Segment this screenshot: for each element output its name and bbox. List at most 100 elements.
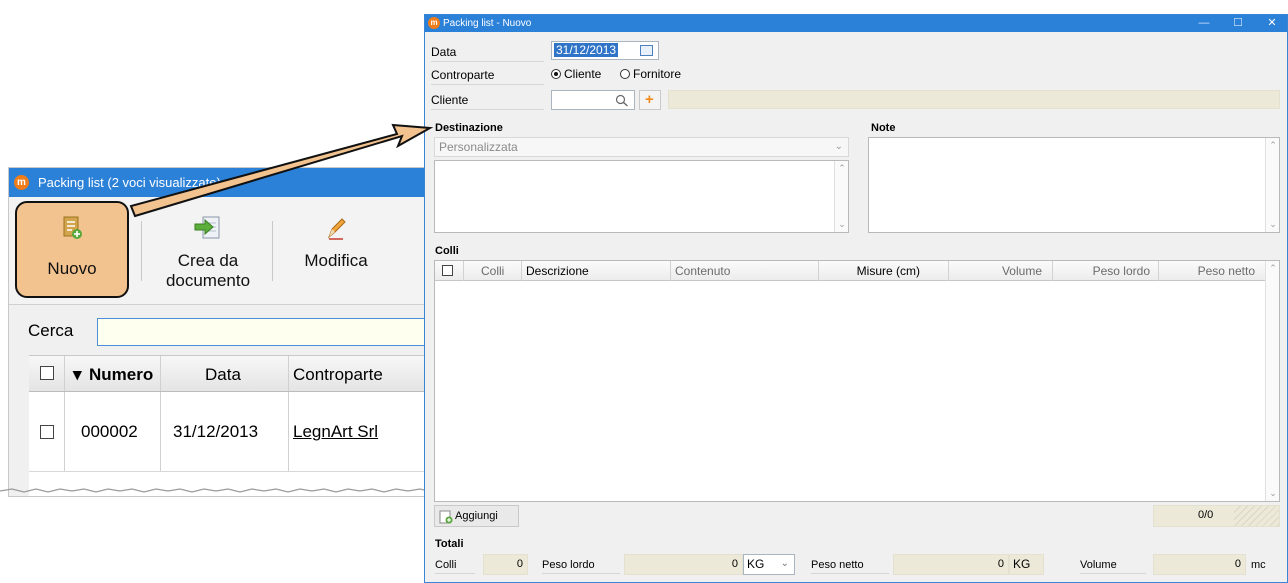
row-numero: 000002 [81,422,138,441]
note-scrollbar[interactable]: ⌃ ⌄ [1265,138,1279,232]
peso-lordo-unit: KG [747,557,765,571]
minimize-button[interactable]: — [1187,15,1221,32]
add-cliente-button[interactable]: + [639,90,661,110]
create-from-document-label-line2: documento [165,271,251,290]
totali-title: Totali [435,538,464,550]
scroll-up-icon: ⌃ [838,163,846,173]
app-logo-icon: m [428,17,440,29]
destinazione-textarea[interactable]: ⌃ ⌄ [434,160,849,233]
cliente-label: Cliente [431,93,544,110]
chevron-down-icon: ⌄ [834,141,843,152]
destinazione-select[interactable]: Personalizzata ⌄ [434,137,849,157]
colli-column-descrizione[interactable]: Descrizione [522,261,671,281]
cell-numero: 000002 [65,392,161,471]
data-label: Data [431,45,544,62]
destinazione-scrollbar[interactable]: ⌃ ⌄ [834,161,848,232]
column-header-controparte[interactable]: Controparte [289,356,425,391]
date-value: 31/12/2013 [554,43,619,57]
totali-volume-unit: mc [1251,559,1266,571]
colli-column-peso-netto-label: Peso netto [1197,264,1255,278]
select-all-checkbox[interactable] [40,366,54,380]
colli-column-peso-netto[interactable]: Peso netto [1159,261,1266,281]
colli-column-peso-lordo[interactable]: Peso lordo [1053,261,1159,281]
totali-peso-lordo-label: Peso lordo [542,559,620,574]
controparte-label: Controparte [431,68,544,85]
radio-cliente[interactable] [551,69,561,79]
import-document-icon [194,216,220,239]
cell-data: 31/12/2013 [161,392,289,471]
row-checkbox-cell [29,392,65,471]
date-field[interactable]: 31/12/2013 [551,41,659,60]
packing-list-new-dialog: m Packing list - Nuovo — ☐ ✕ Data 31/12/… [424,14,1288,583]
peso-lordo-unit-select[interactable]: KG ⌄ [743,554,795,575]
create-from-document-label-line1: Crea da [177,251,239,270]
dialog-title: Packing list - Nuovo [443,18,532,29]
colli-grid: Colli Descrizione Contenuto Misure (cm) … [434,260,1280,502]
pencil-icon [327,218,346,240]
colli-grid-header: Colli Descrizione Contenuto Misure (cm) … [435,261,1266,281]
column-header-data[interactable]: Data [161,356,289,391]
search-icon[interactable] [615,94,629,107]
column-header-controparte-label: Controparte [293,365,383,384]
edit-button[interactable]: Modifica [281,197,391,305]
colli-column-descrizione-label: Descrizione [526,264,589,278]
colli-column-volume-label: Volume [1001,264,1042,278]
colli-column-colli-label: Colli [481,264,505,278]
colli-column-colli[interactable]: Colli [464,261,522,281]
toolbar: Nuovo Crea da documento Modifica [9,197,425,305]
column-header-numero-label: Numero [89,365,154,384]
new-button-label: Nuovo [47,259,97,278]
window-titlebar: m Packing list (2 voci visualizzate) [9,168,425,197]
cliente-name-readonly [668,90,1280,109]
note-title: Note [871,122,896,134]
packing-list-window: m Packing list (2 voci visualizzate) Nuo… [8,167,426,497]
totali-volume-value: 0 [1153,554,1246,575]
new-button[interactable]: Nuovo [15,201,129,298]
window-title: Packing list (2 voci visualizzate) [38,175,221,190]
plus-icon: + [645,91,654,108]
calendar-icon[interactable] [640,45,653,56]
scroll-down-icon: ⌄ [1269,219,1277,229]
row-controparte-link[interactable]: LegnArt Srl [293,422,378,442]
colli-column-misure[interactable]: Misure (cm) [819,261,949,281]
totali-colli-value: 0 [483,554,528,575]
totali-peso-netto-label: Peso netto [811,559,889,574]
toolbar-separator [272,221,273,281]
resize-grip [1234,506,1279,526]
new-document-icon [63,216,82,239]
scroll-down-icon: ⌄ [1269,488,1277,498]
radio-fornitore[interactable] [620,69,630,79]
totali-peso-netto-unit: KG [1009,554,1044,575]
table-row[interactable]: 000002 31/12/2013 LegnArt Srl [29,392,425,472]
create-from-document-button[interactable]: Crea da documento [149,197,267,305]
radio-fornitore-label: Fornitore [633,67,682,81]
search-label: Cerca [28,321,74,340]
colli-scrollbar[interactable]: ⌃ ⌄ [1265,261,1279,501]
colli-column-contenuto-label: Contenuto [675,264,731,278]
close-button[interactable]: ✕ [1255,15,1288,32]
totali-volume-label: Volume [1080,559,1146,574]
search-bar: Cerca [9,305,425,357]
note-textarea[interactable]: ⌃ ⌄ [868,137,1280,233]
radio-cliente-label: Cliente [564,67,602,81]
colli-column-contenuto[interactable]: Contenuto [671,261,819,281]
add-collo-button[interactable]: Aggiungi [434,505,519,527]
column-header-numero[interactable]: ▾ Numero [65,356,161,391]
search-input[interactable] [97,318,425,346]
grid-header: ▾ Numero Data Controparte [29,356,425,392]
scroll-down-icon: ⌄ [838,219,846,229]
colli-column-volume[interactable]: Volume [949,261,1053,281]
cliente-input[interactable] [551,90,635,110]
destinazione-title: Destinazione [435,122,503,134]
totali-peso-lordo-value: 0 [624,554,743,575]
maximize-button[interactable]: ☐ [1221,15,1255,32]
row-data: 31/12/2013 [173,422,259,441]
add-collo-label: Aggiungi [455,510,498,522]
colli-counter-box: 0/0 [1153,505,1280,527]
create-from-document-label: Crea da documento [149,251,267,291]
row-checkbox[interactable] [40,425,54,439]
add-row-icon [439,510,453,524]
sort-desc-icon: ▾ [73,365,82,384]
colli-title: Colli [435,245,459,257]
colli-select-all-checkbox[interactable] [442,265,453,276]
